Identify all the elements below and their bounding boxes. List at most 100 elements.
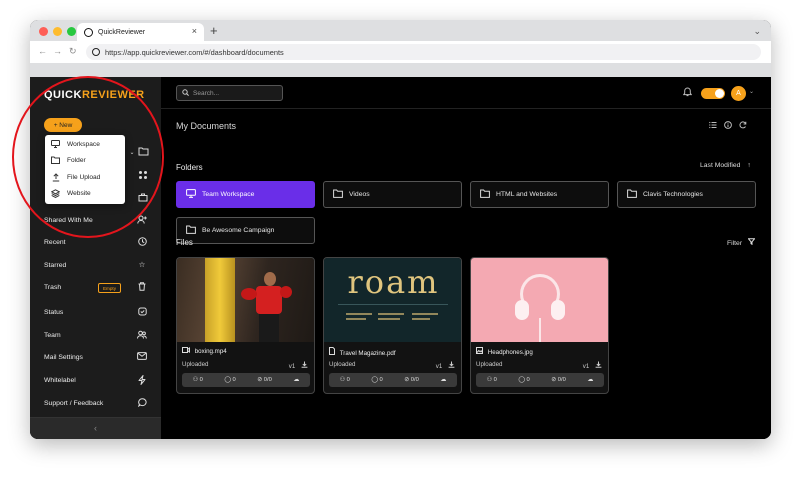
menu-item-website[interactable]: Website [45,186,125,202]
upload-icon [51,173,60,184]
viewers-count[interactable]: ⚇ 0 [487,377,497,383]
address-bar[interactable]: https://app.quickreviewer.com/#/dashboar… [86,44,761,60]
filter-button[interactable]: Filter [727,238,756,247]
new-button[interactable]: + New [44,118,82,132]
tab-close-icon[interactable]: × [192,26,197,36]
download-icon[interactable] [448,361,455,370]
page-title: My Documents [176,121,237,131]
account-chevron-down-icon[interactable]: ⌄ [749,88,754,95]
minimize-window-button[interactable] [53,27,62,36]
reload-icon[interactable]: ↻ [69,46,77,57]
comment-icon: ◯ [371,377,378,383]
viewers-count[interactable]: ⚇ 0 [193,377,203,383]
check-circle-icon: ⊘ [404,377,410,383]
tab-list-chevron-icon[interactable]: ⌄ [753,26,761,37]
user-icon: ⚇ [486,377,492,383]
document-thumbnail[interactable]: roam [324,258,461,342]
mail-icon [135,352,149,364]
sidebar-item-mail-settings[interactable]: Mail Settings [30,348,161,368]
sidebar-item-shared-with-me[interactable]: Shared With Me [30,211,161,231]
refresh-icon[interactable] [739,121,747,131]
file-stats-bar: ⚇ 0 ◯ 0 ⊘ 0/0 ☁ [329,373,457,387]
video-thumbnail[interactable] [177,258,314,342]
back-arrow-icon[interactable]: ← [38,46,47,56]
sidebar-item-team[interactable]: Team [30,326,161,346]
comments-count[interactable]: ◯ 0 [518,377,529,383]
app-logo[interactable]: QUICKREVIEWER [44,89,145,101]
avatar[interactable]: A [731,86,746,101]
top-header: Search... A ⌄ [161,77,771,109]
approvals-count[interactable]: ⊘ 0/0 [404,377,419,383]
folder-card[interactable]: Be Awesome Campaign [176,217,315,244]
file-stats-bar: ⚇ 0 ◯ 0 ⊘ 0/0 ☁ [476,373,604,387]
share-cloud-icon[interactable]: ☁ [440,377,446,383]
apps-icon[interactable] [137,170,149,182]
empty-trash-button[interactable]: Empty [98,283,121,293]
menu-item-workspace[interactable]: Workspace [45,137,125,153]
folder-card[interactable]: HTML and Websites [470,181,609,208]
info-icon[interactable] [724,121,732,131]
file-status: Uploaded [476,361,503,368]
browser-window: QuickReviewer × + ⌄ ← → ↻ https://app.qu… [30,20,771,439]
menu-item-folder[interactable]: Folder [45,153,125,169]
sidebar-item-starred[interactable]: Starred ☆ [30,256,161,276]
user-icon: ⚇ [339,377,345,383]
tab-favicon-icon [84,27,93,37]
check-circle-icon: ⊘ [257,377,263,383]
browser-tab[interactable]: QuickReviewer × [77,23,204,41]
approvals-count[interactable]: ⊘ 0/0 [551,377,566,383]
window-controls [39,27,76,36]
share-cloud-icon[interactable]: ☁ [293,377,299,383]
check-circle-icon: ⊘ [551,377,557,383]
briefcase-icon[interactable] [137,193,149,205]
folder-icon[interactable] [137,147,149,159]
download-icon[interactable] [595,361,602,370]
file-card[interactable]: Headphones.jpg Uploaded v1 ⚇ 0 ◯ 0 ⊘ 0/0… [470,257,609,394]
folder-card[interactable]: Team Workspace [176,181,315,208]
sidebar-item-whitelabel[interactable]: Whitelabel [30,371,161,391]
comments-count[interactable]: ◯ 0 [224,377,235,383]
menu-item-file-upload[interactable]: File Upload [45,170,125,186]
site-search-icon [92,48,100,56]
comments-count[interactable]: ◯ 0 [371,377,382,383]
chat-icon [135,398,149,410]
download-icon[interactable] [301,361,308,370]
filter-funnel-icon [747,238,756,247]
folder-icon [185,225,197,236]
sidebar-item-support-feedback[interactable]: Support / Feedback [30,394,161,414]
file-card[interactable]: boxing.mp4 Uploaded v1 ⚇ 0 ◯ 0 ⊘ 0/0 ☁ [176,257,315,394]
new-tab-button[interactable]: + [210,23,218,38]
folder-card[interactable]: Videos [323,181,462,208]
sort-arrow-up-icon: ↑ [747,162,751,169]
sidebar-item-recent[interactable]: Recent [30,233,161,253]
search-icon [182,88,189,98]
search-placeholder: Search... [193,89,220,97]
folder-card[interactable]: Clavis Technologies [617,181,756,208]
shield-icon [135,307,149,319]
list-view-icon[interactable] [709,121,717,131]
folders-heading: Folders [176,163,203,172]
file-version[interactable]: v1 [436,361,455,370]
forward-arrow-icon[interactable]: → [53,46,62,56]
sort-dropdown[interactable]: Last Modified ↑ [700,162,751,169]
video-icon [182,347,192,355]
notification-bell-icon[interactable] [682,87,693,99]
sidebar-collapse-button[interactable]: ‹ [30,417,161,439]
file-version[interactable]: v1 [289,361,308,370]
maximize-window-button[interactable] [67,27,76,36]
file-status: Uploaded [329,361,356,368]
approvals-count[interactable]: ⊘ 0/0 [257,377,272,383]
image-thumbnail[interactable] [471,258,608,342]
search-input[interactable]: Search... [176,85,283,101]
share-cloud-icon[interactable]: ☁ [587,377,593,383]
viewers-count[interactable]: ⚇ 0 [340,377,350,383]
sidebar-item-trash[interactable]: Trash Empty [30,278,161,298]
magazine-cover-title: roam [347,263,440,301]
document-icon [329,347,337,357]
theme-toggle[interactable] [701,88,725,99]
sidebar-item-status[interactable]: Status [30,303,161,323]
file-card[interactable]: roam Travel Magazine.pdf Uploaded v1 ⚇ 0… [323,257,462,394]
close-window-button[interactable] [39,27,48,36]
users-icon [135,330,149,342]
file-version[interactable]: v1 [583,361,602,370]
